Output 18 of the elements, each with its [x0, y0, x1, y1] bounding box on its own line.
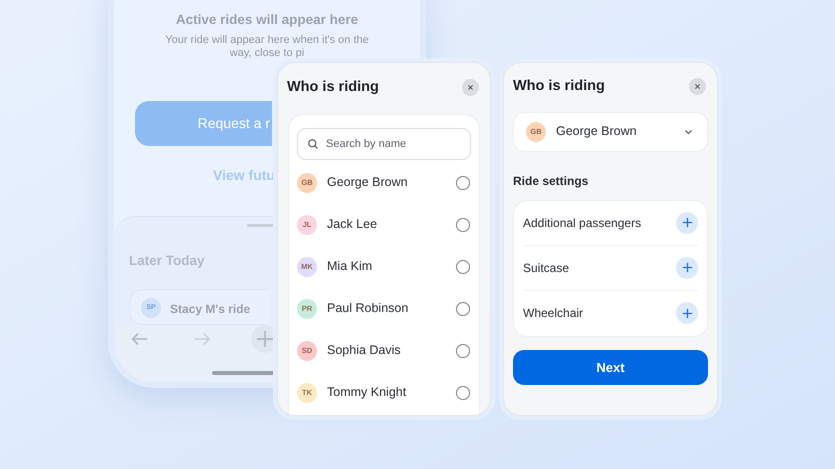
person-name: Paul Robinson: [327, 300, 410, 318]
panel-title: Who is riding: [287, 78, 379, 97]
person-name: Tommy Knight: [327, 384, 408, 402]
ride-name: Stacy M's ride: [170, 301, 250, 318]
person-name: Mia Kim: [327, 258, 374, 276]
rider-name: George Brown: [556, 123, 638, 140]
panel-title: Who is riding: [513, 77, 605, 96]
setting-label: Additional passengers: [523, 214, 642, 232]
setting-label: Wheelchair: [523, 305, 584, 322]
person-name: Sophia Davis: [327, 342, 402, 360]
next-button[interactable]: Next: [513, 350, 708, 385]
empty-state-message: Your ride will appear here when it's on the way, close to pi: [164, 34, 370, 60]
search-field[interactable]: Search by name: [297, 128, 471, 160]
empty-state-title: Active rides will appear here: [176, 11, 358, 29]
section-title: Ride settings: [513, 172, 590, 190]
person-name: George Brown: [327, 174, 409, 192]
setting-label: Suitcase: [523, 260, 570, 277]
person-name: Jack Lee: [327, 216, 378, 234]
